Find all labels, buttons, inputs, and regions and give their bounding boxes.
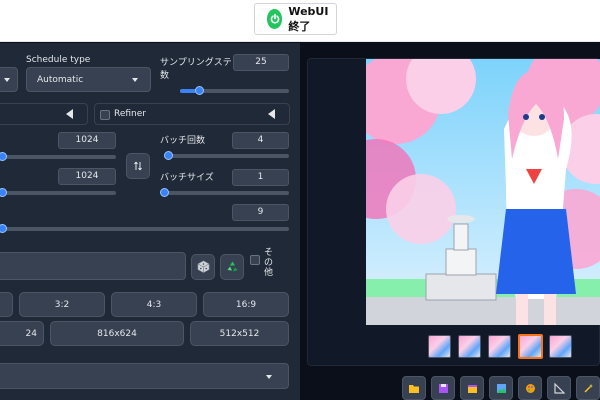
send-to-inpaint-button[interactable] [518, 376, 542, 400]
batch-count-label: バッチ回数 [160, 136, 206, 146]
power-icon [267, 9, 283, 29]
slider-thumb[interactable] [194, 86, 204, 95]
refiner-checkbox[interactable] [100, 110, 110, 120]
sampling-steps-input[interactable]: 25 [233, 54, 289, 71]
sparkle-icon [583, 379, 594, 398]
settings-panel [0, 43, 300, 400]
gallery-thumbnail-4-selected[interactable] [518, 334, 543, 359]
send-to-extras-button[interactable] [547, 376, 571, 400]
extra-seed-label-3: 他 [264, 268, 274, 278]
cfg-scale-slider[interactable] [0, 224, 289, 233]
recycle-icon [226, 258, 239, 277]
aspect-button-16-9[interactable]: 16:9 [203, 292, 289, 317]
aspect-button-4-3[interactable]: 4:3 [111, 292, 197, 317]
swap-arrows-icon [132, 157, 144, 176]
folder-icon [408, 379, 420, 398]
slider-thumb[interactable] [160, 188, 169, 197]
archive-icon [467, 379, 478, 398]
sampling-steps-slider[interactable] [180, 86, 289, 95]
magic-button[interactable] [576, 376, 600, 400]
reuse-seed-button[interactable] [220, 254, 244, 280]
webui-shutdown-button[interactable]: WebUI終了 [254, 3, 337, 35]
gallery-thumbnail-3[interactable] [488, 335, 511, 358]
save-button[interactable] [431, 376, 455, 400]
height-slider[interactable] [0, 188, 116, 197]
open-folder-button[interactable] [402, 376, 426, 400]
chevron-down-icon [132, 78, 138, 82]
seed-input[interactable] [0, 252, 186, 280]
generated-image[interactable] [366, 59, 600, 325]
chevron-down-icon [4, 78, 10, 82]
schedule-type-value: Automatic [37, 74, 84, 85]
dice-icon [197, 258, 210, 277]
width-input[interactable]: 1024 [58, 132, 116, 149]
palette-icon [525, 379, 536, 398]
random-seed-button[interactable] [191, 254, 215, 280]
script-dropdown[interactable] [0, 363, 289, 389]
gallery-thumbnail-5[interactable] [549, 335, 572, 358]
send-to-img2img-button[interactable] [489, 376, 513, 400]
image-icon [496, 379, 507, 398]
chevron-down-icon [266, 375, 272, 379]
width-slider[interactable] [0, 152, 116, 161]
ruler-icon [553, 379, 565, 398]
collapse-arrow-icon[interactable] [268, 109, 275, 119]
gallery-thumbnail-2[interactable] [458, 335, 481, 358]
size-button-partial[interactable]: 24 [0, 321, 44, 346]
floppy-icon [438, 379, 449, 398]
top-bar: WebUI終了 [0, 0, 600, 42]
cfg-scale-input[interactable]: 9 [232, 204, 289, 221]
height-input[interactable]: 1024 [58, 168, 116, 185]
aspect-button-partial[interactable] [0, 292, 13, 317]
sampling-steps-label-2: 数 [160, 71, 170, 81]
extra-seed-checkbox[interactable] [250, 255, 260, 265]
aspect-button-3-2[interactable]: 3:2 [19, 292, 105, 317]
refiner-label: Refiner [114, 109, 146, 119]
schedule-type-label: Schedule type [26, 55, 91, 65]
batch-count-slider[interactable] [163, 151, 289, 160]
slider-thumb[interactable] [163, 151, 173, 160]
webui-shutdown-label: WebUI終了 [288, 4, 329, 33]
zip-button[interactable] [460, 376, 484, 400]
batch-size-slider[interactable] [160, 188, 289, 197]
size-button-512x512[interactable]: 512x512 [190, 321, 289, 346]
batch-size-label: バッチサイズ [160, 173, 214, 183]
swap-dimensions-button[interactable] [126, 153, 150, 179]
batch-size-input[interactable]: 1 [232, 169, 289, 186]
size-button-816x624[interactable]: 816x624 [50, 321, 184, 346]
collapse-arrow-icon[interactable] [66, 109, 73, 119]
batch-count-input[interactable]: 4 [232, 132, 289, 149]
hires-fix-toggle[interactable] [0, 103, 88, 125]
gallery-thumbnail-1[interactable] [428, 335, 451, 358]
